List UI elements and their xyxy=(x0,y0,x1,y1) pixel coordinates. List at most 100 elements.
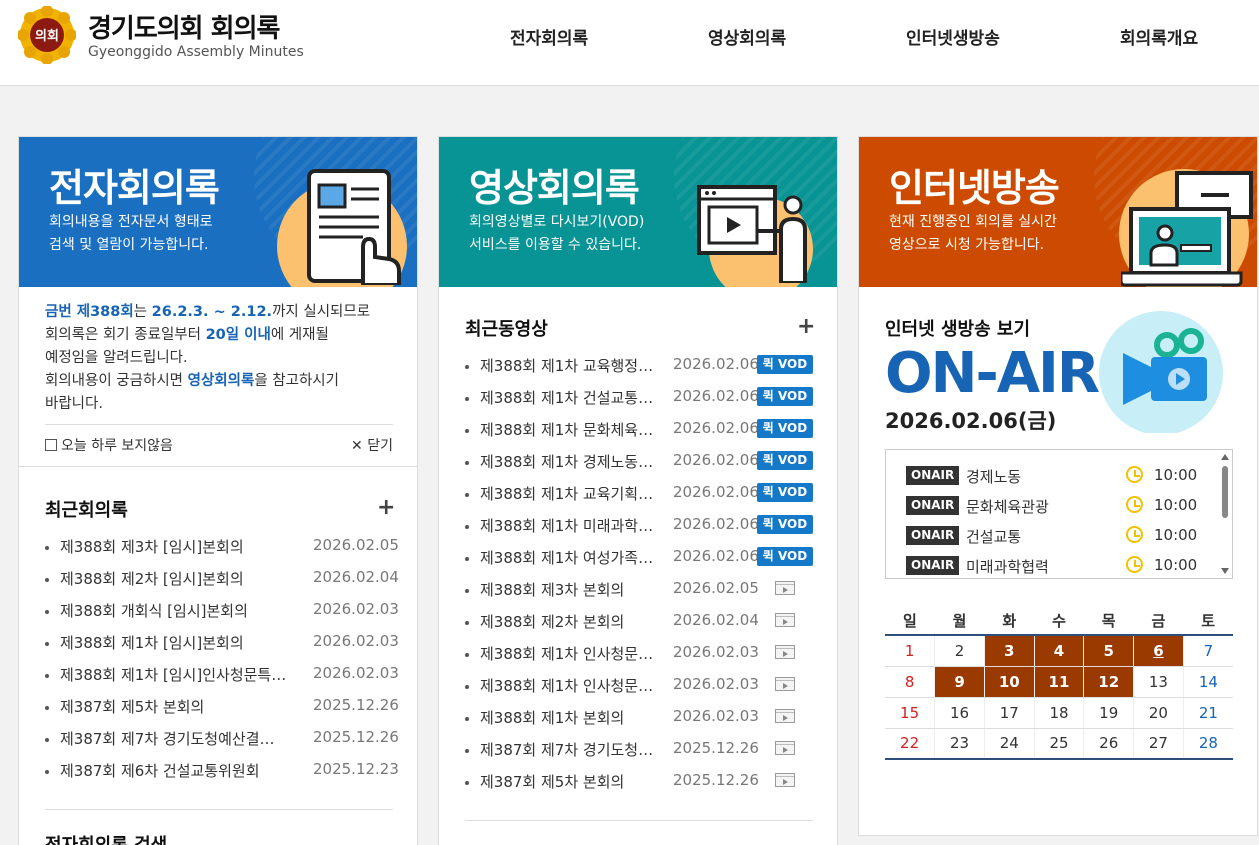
minutes-list-item[interactable]: 제387회 제6차 건설교통위원회 2025.12.23 xyxy=(45,760,399,792)
calendar-day[interactable]: 15 xyxy=(885,697,935,729)
video-list-item[interactable]: 제388회 제3차 본회의 2026.02.05 xyxy=(465,579,815,611)
schedule-row[interactable]: ONAIR 문화체육관광 10:00 xyxy=(906,494,1206,516)
calendar-day[interactable]: 24 xyxy=(983,728,1035,760)
calendar-day[interactable]: 4 xyxy=(1033,635,1084,667)
video-list-item[interactable]: 제388회 제1차 교육행정… 2026.02.06 퀵 VOD xyxy=(465,355,815,387)
committee-name[interactable]: 경제노동 xyxy=(966,466,1021,487)
minutes-list-item[interactable]: 제388회 제1차 [임시]본회의 2026.02.03 xyxy=(45,632,399,664)
video-play-icon[interactable] xyxy=(775,677,795,691)
quick-vod-button[interactable]: 퀵 VOD xyxy=(757,419,813,438)
video-play-icon[interactable] xyxy=(775,741,795,755)
video-item-title[interactable]: 제388회 제1차 인사청문… xyxy=(480,643,664,664)
schedule-row[interactable]: ONAIR 건설교통 10:00 xyxy=(906,524,1206,546)
quick-vod-button[interactable]: 퀵 VOD xyxy=(757,451,813,470)
video-play-icon[interactable] xyxy=(775,581,795,595)
calendar-day[interactable]: 7 xyxy=(1182,635,1233,667)
minutes-list-item[interactable]: 제387회 제7차 경기도청예산결… 2025.12.26 xyxy=(45,728,399,760)
calendar-day[interactable]: 16 xyxy=(934,697,985,729)
video-list-item[interactable]: 제388회 제1차 본회의 2026.02.03 xyxy=(465,707,815,739)
video-play-icon[interactable] xyxy=(775,709,795,723)
minutes-item-title[interactable]: 제388회 제3차 [임시]본회의 xyxy=(60,536,296,557)
minutes-list-item[interactable]: 제388회 제2차 [임시]본회의 2026.02.04 xyxy=(45,568,399,600)
video-item-title[interactable]: 제388회 제1차 본회의 xyxy=(480,707,664,728)
video-item-title[interactable]: 제388회 제1차 미래과학… xyxy=(480,515,664,536)
calendar-day[interactable]: 5 xyxy=(1083,635,1134,667)
schedule-row[interactable]: ONAIR 미래과학협력 10:00 xyxy=(906,554,1206,576)
committee-name[interactable]: 미래과학협력 xyxy=(966,556,1049,577)
schedule-scrollbar[interactable] xyxy=(1220,452,1230,576)
minutes-list-item[interactable]: 제388회 제3차 [임시]본회의 2026.02.05 xyxy=(45,536,399,568)
quick-vod-button[interactable]: 퀵 VOD xyxy=(757,483,813,502)
broadcast-schedule[interactable]: ONAIR 경제노동 10:00 ONAIR 문화체육관광 10:00 ONAIR 건설교통 1… xyxy=(885,449,1233,579)
more-videos-plus-icon[interactable]: + xyxy=(797,316,815,338)
calendar-day[interactable]: 6 xyxy=(1133,635,1184,667)
calendar-day[interactable]: 10 xyxy=(983,666,1035,698)
minutes-item-title[interactable]: 제388회 개회식 [임시]본회의 xyxy=(60,600,296,621)
site-title[interactable]: 경기도의회 회의록 xyxy=(88,8,280,45)
notice-close-button[interactable]: ✕ 닫기 xyxy=(351,435,393,455)
video-list-item[interactable]: 제388회 제1차 여성가족… 2026.02.06 퀵 VOD xyxy=(465,547,815,579)
calendar-day[interactable]: 22 xyxy=(885,728,935,760)
calendar-day[interactable]: 26 xyxy=(1083,728,1134,760)
quick-vod-button[interactable]: 퀵 VOD xyxy=(757,547,813,566)
assembly-emblem-icon[interactable]: 의회 xyxy=(18,6,76,64)
video-list-item[interactable]: 제387회 제5차 본회의 2025.12.26 xyxy=(465,771,815,803)
minutes-item-title[interactable]: 제387회 제5차 본회의 xyxy=(60,696,296,717)
video-item-title[interactable]: 제387회 제5차 본회의 xyxy=(480,771,664,792)
minutes-item-title[interactable]: 제387회 제7차 경기도청예산결… xyxy=(60,728,296,749)
video-item-title[interactable]: 제388회 제1차 교육기획… xyxy=(480,483,664,504)
schedule-row[interactable]: ONAIR 경제노동 10:00 xyxy=(906,464,1206,486)
minutes-item-title[interactable]: 제388회 제1차 [임시]인사청문특… xyxy=(60,664,296,685)
video-item-title[interactable]: 제388회 제1차 문화체육… xyxy=(480,419,664,440)
calendar-day[interactable]: 28 xyxy=(1182,728,1233,760)
calendar-day[interactable]: 12 xyxy=(1083,666,1134,698)
video-item-title[interactable]: 제388회 제3차 본회의 xyxy=(480,579,664,600)
video-list-item[interactable]: 제388회 제1차 문화체육… 2026.02.06 퀵 VOD xyxy=(465,419,815,451)
video-play-icon[interactable] xyxy=(775,773,795,787)
video-list-item[interactable]: 제388회 제1차 미래과학… 2026.02.06 퀵 VOD xyxy=(465,515,815,547)
video-list-item[interactable]: 제388회 제1차 인사청문… 2026.02.03 xyxy=(465,675,815,707)
video-item-title[interactable]: 제388회 제1차 인사청문… xyxy=(480,675,664,696)
broadcast-banner[interactable]: 인터넷방송 현재 진행중인 회의를 실시간 영상으로 시청 가능합니다. xyxy=(859,137,1257,287)
minutes-list-item[interactable]: 제388회 개회식 [임시]본회의 2026.02.03 xyxy=(45,600,399,632)
video-item-title[interactable]: 제388회 제1차 경제노동… xyxy=(480,451,664,472)
video-item-title[interactable]: 제388회 제1차 여성가족… xyxy=(480,547,664,568)
minutes-item-title[interactable]: 제388회 제2차 [임시]본회의 xyxy=(60,568,296,589)
committee-name[interactable]: 문화체육관광 xyxy=(966,496,1049,517)
calendar-day[interactable]: 2 xyxy=(934,635,985,667)
calendar-day[interactable]: 14 xyxy=(1182,666,1233,698)
video-play-icon[interactable] xyxy=(775,645,795,659)
video-list-item[interactable]: 제388회 제2차 본회의 2026.02.04 xyxy=(465,611,815,643)
video-item-title[interactable]: 제388회 제1차 건설교통… xyxy=(480,387,664,408)
video-list-item[interactable]: 제388회 제1차 경제노동… 2026.02.06 퀵 VOD xyxy=(465,451,815,483)
video-play-icon[interactable] xyxy=(775,613,795,627)
calendar-day[interactable]: 3 xyxy=(983,635,1035,667)
minutes-item-title[interactable]: 제388회 제1차 [임시]본회의 xyxy=(60,632,296,653)
calendar-day[interactable]: 23 xyxy=(934,728,985,760)
video-item-title[interactable]: 제388회 제1차 교육행정… xyxy=(480,355,664,376)
calendar-day[interactable]: 20 xyxy=(1133,697,1184,729)
more-minutes-plus-icon[interactable]: + xyxy=(377,497,395,519)
video-list-item[interactable]: 제388회 제1차 교육기획… 2026.02.06 퀵 VOD xyxy=(465,483,815,515)
committee-name[interactable]: 건설교통 xyxy=(966,526,1021,547)
calendar-day[interactable]: 13 xyxy=(1133,666,1184,698)
calendar-day[interactable]: 25 xyxy=(1033,728,1084,760)
video-banner[interactable]: 영상회의록 회의영상별로 다시보기(VOD) 서비스를 이용할 수 있습니다. xyxy=(439,137,837,287)
nav-overview[interactable]: 회의록개요 xyxy=(1120,24,1198,49)
calendar-day[interactable]: 18 xyxy=(1033,697,1084,729)
video-list-item[interactable]: 제387회 제7차 경기도청… 2025.12.26 xyxy=(465,739,815,771)
quick-vod-button[interactable]: 퀵 VOD xyxy=(757,355,813,374)
minutes-item-title[interactable]: 제387회 제6차 건설교통위원회 xyxy=(60,760,296,781)
minutes-list-item[interactable]: 제388회 제1차 [임시]인사청문특… 2026.02.03 xyxy=(45,664,399,696)
minutes-list-item[interactable]: 제387회 제5차 본회의 2025.12.26 xyxy=(45,696,399,728)
nav-live-broadcast[interactable]: 인터넷생방송 xyxy=(906,24,1000,49)
video-list-item[interactable]: 제388회 제1차 건설교통… 2026.02.06 퀵 VOD xyxy=(465,387,815,419)
video-minutes-link[interactable]: 영상회의록 xyxy=(188,373,255,389)
calendar-day[interactable]: 9 xyxy=(934,666,985,698)
calendar-day[interactable]: 1 xyxy=(885,635,935,667)
video-item-title[interactable]: 제388회 제2차 본회의 xyxy=(480,611,664,632)
calendar-day[interactable]: 27 xyxy=(1133,728,1184,760)
minutes-banner[interactable]: 전자회의록 회의내용을 전자문서 형태로 검색 및 열람이 가능합니다. xyxy=(19,137,417,287)
calendar-day[interactable]: 21 xyxy=(1182,697,1233,729)
video-item-title[interactable]: 제387회 제7차 경기도청… xyxy=(480,739,664,760)
